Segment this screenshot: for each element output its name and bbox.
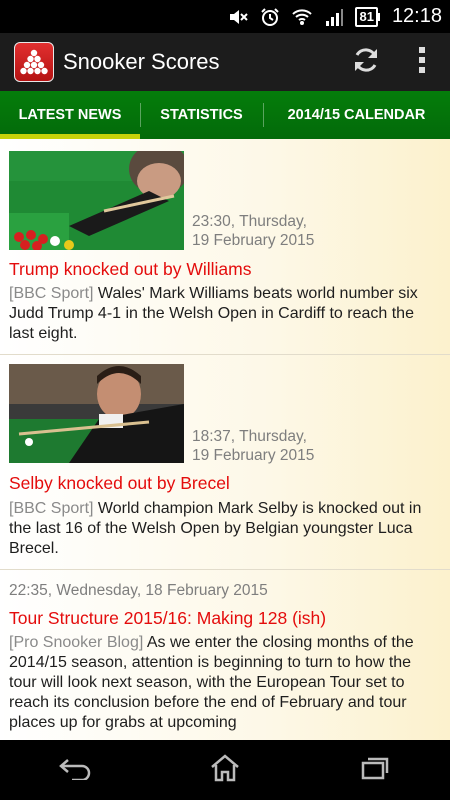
tab-bar: LATEST NEWS STATISTICS 2014/15 CALENDAR [0,91,450,139]
refresh-button[interactable] [338,33,394,91]
home-button[interactable] [185,740,265,800]
news-date-line: 18:37, Thursday, [192,428,307,445]
navigation-bar [0,740,450,800]
clock: 12:18 [391,5,442,27]
alarm-icon [259,6,281,28]
tab-statistics[interactable]: STATISTICS [140,91,263,139]
news-summary: [BBC Sport] World champion Mark Selby is… [9,499,436,559]
news-thumbnail [9,364,184,463]
news-date-line: 19 February 2015 [192,232,315,249]
news-item[interactable]: 23:30, Thursday, 19 February 2015 Trump … [0,139,450,355]
back-icon [58,756,92,785]
battery-level: 81 [355,6,378,27]
wifi-icon [291,6,313,28]
back-button[interactable] [35,740,115,800]
recent-apps-button[interactable] [335,740,415,800]
news-source: [Pro Snooker Blog] [9,634,144,651]
home-icon [209,753,241,788]
app-title: Snooker Scores [63,49,220,74]
status-bar: 81 12:18 [0,0,450,33]
news-list[interactable]: 23:30, Thursday, 19 February 2015 Trump … [0,139,450,740]
signal-icon [323,6,345,28]
news-title[interactable]: Tour Structure 2015/16: Making 128 (ish) [9,608,326,629]
news-thumbnail [9,151,184,250]
news-title[interactable]: Trump knocked out by Williams [9,259,251,280]
tab-divider [140,103,141,127]
battery-icon: 81 [355,6,380,27]
news-date: 18:37, Thursday, 19 February 2015 [192,427,314,465]
news-date-line: 19 February 2015 [192,447,315,464]
refresh-icon [350,44,382,81]
recent-apps-icon [360,756,390,785]
news-summary: [Pro Snooker Blog] As we enter the closi… [9,633,436,733]
overflow-menu-icon [418,46,426,79]
news-source: [BBC Sport] [9,285,94,302]
overflow-menu-button[interactable] [394,33,450,91]
news-item[interactable]: 18:37, Thursday, 19 February 2015 Selby … [0,355,450,570]
action-bar: Snooker Scores [0,33,450,91]
tab-latest-news[interactable]: LATEST NEWS [0,91,140,139]
tab-calendar[interactable]: 2014/15 CALENDAR [263,91,450,139]
app-logo-icon [14,42,54,82]
news-summary: [BBC Sport] Wales' Mark Williams beats w… [9,284,436,344]
mute-icon [227,6,249,28]
news-date-line: 23:30, Thursday, [192,213,307,230]
tab-divider [263,103,264,127]
news-date: 23:30, Thursday, 19 February 2015 [192,212,314,250]
news-source: [BBC Sport] [9,500,94,517]
news-date: 22:35, Wednesday, 18 February 2015 [9,582,268,599]
news-title[interactable]: Selby knocked out by Brecel [9,473,230,494]
news-item[interactable]: 22:35, Wednesday, 18 February 2015 Tour … [0,570,450,740]
